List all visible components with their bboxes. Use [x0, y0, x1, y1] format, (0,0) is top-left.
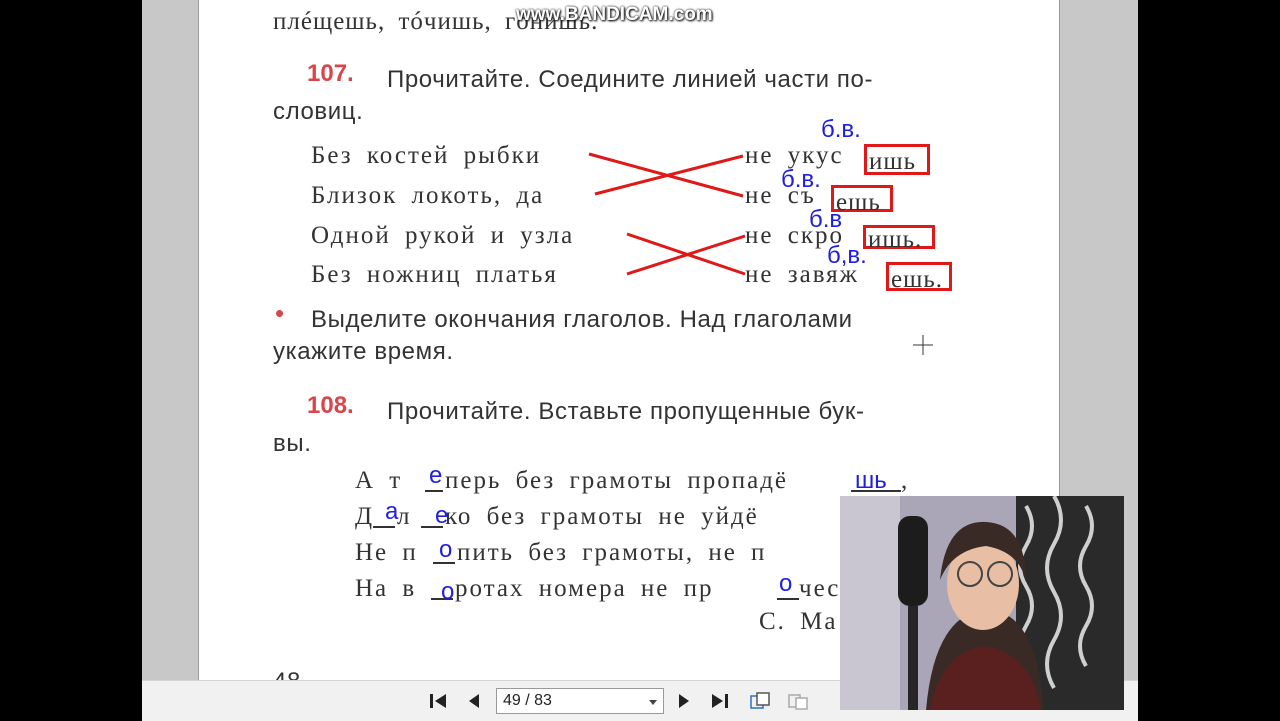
chevron-down-icon	[649, 700, 657, 705]
bullet-icon: •	[275, 298, 285, 328]
last-page-icon	[712, 694, 728, 708]
next-page-button[interactable]	[672, 689, 696, 713]
next-page-icon	[679, 694, 689, 708]
first-page-button[interactable]	[426, 689, 450, 713]
poem-line-2-end: ко без грамоты не уйдё	[445, 503, 759, 530]
inserted-letter: о	[441, 578, 455, 605]
recording-watermark: www.BANDICAM.com	[516, 4, 713, 25]
exercise-107-task-2: укажите время.	[273, 338, 454, 365]
inserted-letter: е	[429, 462, 443, 489]
inserted-letter: шь	[855, 467, 887, 494]
inserted-letter: о	[779, 570, 793, 597]
exercise-108-number: 108.	[307, 392, 354, 419]
page-layout-icon	[750, 692, 770, 709]
blank-underline	[373, 526, 395, 528]
inserted-letter: е	[435, 502, 449, 529]
poem-line-3-end: пить без грамоты, не п	[457, 539, 767, 566]
poem-author: С. Ма	[759, 608, 838, 635]
prev-page-icon	[469, 694, 479, 708]
exercise-108-instruction-2: вы.	[273, 430, 312, 457]
poem-line-1-end: ,	[901, 467, 910, 494]
poem-line-3-start: Не п	[355, 539, 418, 566]
blank-underline	[777, 598, 799, 600]
first-page-icon	[430, 694, 446, 708]
exercise-107-task-1: Выделите окончания глаголов. Над глагола…	[311, 306, 853, 333]
poem-line-1-start: А т	[355, 467, 403, 494]
two-page-icon	[788, 694, 808, 710]
crosshair-cursor-icon	[913, 335, 933, 355]
exercise-108-instruction-1: Прочитайте. Вставьте пропущенные бук-	[387, 398, 865, 425]
two-page-button[interactable]	[786, 689, 810, 713]
page-selector[interactable]: 49 / 83	[496, 688, 664, 714]
blank-underline	[425, 490, 443, 492]
inserted-letter: о	[439, 536, 453, 563]
poem-line-2-mid: л	[397, 503, 412, 530]
last-page-button[interactable]	[708, 689, 732, 713]
poem-line-4-mid: ротах номера не пр	[455, 575, 714, 602]
poem-line-2-start: Д	[355, 503, 375, 530]
page-selector-value: 49 / 83	[503, 692, 552, 709]
poem-line-4-start: На в	[355, 575, 417, 602]
inserted-letter: а	[385, 498, 399, 525]
webcam-person-image	[840, 496, 1124, 710]
poem-line-1-mid: перь без грамоты пропадё	[445, 467, 789, 494]
poem-line-4-end: чес	[799, 575, 841, 602]
page-layout-button[interactable]	[748, 689, 772, 713]
prev-page-button[interactable]	[462, 689, 486, 713]
webcam-overlay	[840, 496, 1124, 710]
